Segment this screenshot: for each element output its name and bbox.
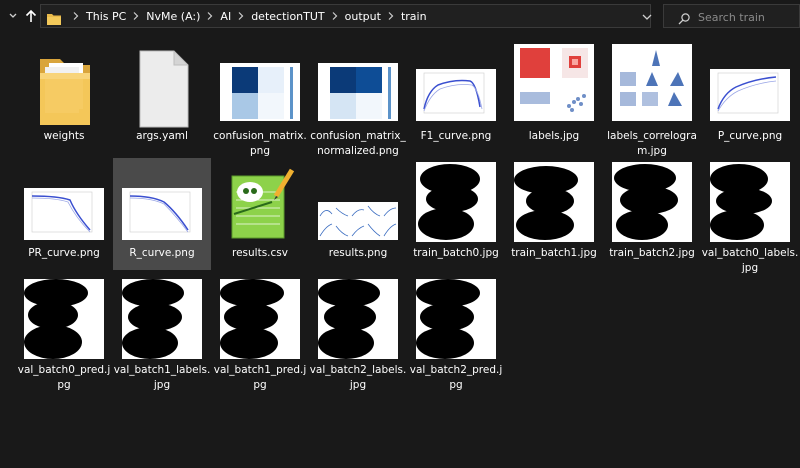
file-item[interactable]: weights [15, 41, 113, 153]
navigation-bar: This PC NvMe (A:) AI detectionTUT output… [0, 0, 800, 34]
file-name: labels.jpg [528, 130, 580, 142]
file-name: P_curve.png [717, 130, 783, 142]
breadcrumb-train[interactable]: train [398, 10, 430, 23]
image-thumbnail [416, 279, 496, 359]
search-icon [678, 10, 690, 29]
file-name: val_batch0_pred.jpg [17, 364, 111, 391]
address-bar[interactable]: This PC NvMe (A:) AI detectionTUT output… [40, 4, 681, 29]
file-item[interactable]: labels_correlogram.jpg [603, 41, 701, 157]
breadcrumb-output[interactable]: output [342, 10, 384, 23]
search-box[interactable] [663, 4, 800, 28]
pr-curve-thumbnail [24, 188, 104, 240]
f1-curve-thumbnail [416, 69, 496, 121]
file-name: val_batch1_labels.jpg [113, 364, 211, 391]
breadcrumb-ai[interactable]: AI [217, 10, 234, 23]
image-thumbnail [710, 162, 790, 242]
p-curve-thumbnail [710, 69, 790, 121]
file-item[interactable]: PR_curve.png [15, 158, 113, 270]
labels-thumbnail [514, 44, 594, 121]
search-input[interactable] [696, 7, 800, 27]
file-item[interactable]: val_batch1_labels.jpg [113, 275, 211, 391]
file-name: PR_curve.png [28, 247, 100, 259]
breadcrumb-drive[interactable]: NvMe (A:) [143, 10, 203, 23]
chevron-right-icon[interactable] [203, 12, 217, 20]
file-name: args.yaml [136, 130, 188, 142]
image-thumbnail [416, 162, 496, 242]
breadcrumb-detectiontut[interactable]: detectionTUT [248, 10, 327, 23]
file-item[interactable]: val_batch2_labels.jpg [309, 275, 407, 391]
file-item[interactable]: train_batch2.jpg [603, 158, 701, 270]
file-name: F1_curve.png [420, 130, 492, 142]
file-item[interactable]: confusion_matrix.png [211, 41, 309, 157]
file-item[interactable]: train_batch1.jpg [505, 158, 603, 270]
file-item[interactable]: val_batch2_pred.jpg [407, 275, 505, 391]
image-thumbnail [318, 279, 398, 359]
file-name: labels_correlogram.jpg [607, 130, 697, 157]
file-name: val_batch0_labels.jpg [701, 247, 799, 274]
chevron-right-icon[interactable] [69, 12, 83, 20]
file-name: results.csv [232, 247, 288, 259]
chevron-right-icon[interactable] [384, 12, 398, 20]
file-name: R_curve.png [129, 247, 195, 259]
image-thumbnail [514, 162, 594, 242]
file-name: train_batch2.jpg [609, 247, 695, 259]
confusion-matrix-thumbnail [220, 63, 300, 121]
file-item[interactable]: args.yaml [113, 41, 211, 153]
file-name: train_batch0.jpg [413, 247, 499, 259]
file-item[interactable]: results.png [309, 158, 407, 270]
chevron-right-icon[interactable] [129, 12, 143, 20]
image-thumbnail [220, 279, 300, 359]
file-name: results.png [328, 247, 388, 259]
results-thumbnail [318, 202, 398, 240]
forward-chevron-icon[interactable] [4, 6, 22, 26]
file-name: confusion_matrix.png [213, 130, 307, 157]
file-item[interactable]: train_batch0.jpg [407, 158, 505, 270]
file-item[interactable]: confusion_matrix_normalized.png [309, 41, 407, 157]
file-item[interactable]: val_batch1_pred.jpg [211, 275, 309, 391]
file-name: val_batch1_pred.jpg [213, 364, 307, 391]
file-name: train_batch1.jpg [511, 247, 597, 259]
chevron-right-icon[interactable] [234, 12, 248, 20]
up-arrow-icon[interactable] [22, 6, 40, 26]
file-item[interactable]: val_batch0_labels.jpg [701, 158, 799, 274]
breadcrumb: This PC NvMe (A:) AI detectionTUT output… [69, 5, 430, 27]
r-curve-thumbnail [122, 188, 202, 240]
file-item[interactable]: F1_curve.png [407, 41, 505, 153]
image-thumbnail [122, 279, 202, 359]
chevron-right-icon[interactable] [328, 12, 342, 20]
blank-file-icon [122, 49, 202, 129]
file-item[interactable]: labels.jpg [505, 41, 603, 153]
folder-icon [24, 49, 104, 129]
file-name: val_batch2_pred.jpg [409, 364, 503, 391]
image-thumbnail [24, 279, 104, 359]
file-name: weights [43, 130, 85, 142]
file-name: val_batch2_labels.jpg [309, 364, 407, 391]
file-name: confusion_matrix_normalized.png [310, 130, 406, 157]
labels-correlogram-thumbnail [612, 44, 692, 121]
folder-icon [47, 10, 61, 29]
confusion-matrix-normalized-thumbnail [318, 63, 398, 121]
file-item[interactable]: P_curve.png [701, 41, 799, 153]
file-item[interactable]: val_batch0_pred.jpg [15, 275, 113, 391]
address-dropdown-icon[interactable] [640, 9, 654, 28]
file-item-selected[interactable]: R_curve.png [113, 158, 211, 270]
notepad-plus-plus-icon [220, 162, 300, 242]
file-item[interactable]: results.csv [211, 158, 309, 270]
breadcrumb-this-pc[interactable]: This PC [83, 10, 129, 23]
image-thumbnail [612, 162, 692, 242]
